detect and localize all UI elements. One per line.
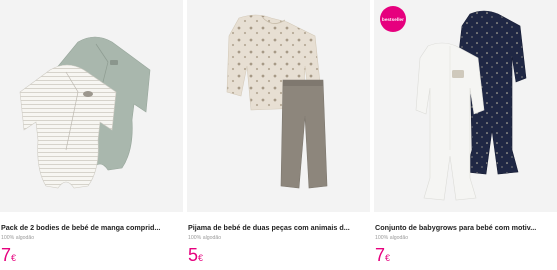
product-price: 7€: [375, 245, 390, 268]
bestseller-badge: bestseller: [380, 6, 406, 32]
product-material: 100% algodão: [188, 235, 222, 241]
babygrows-illustration: [415, 10, 527, 201]
product-price: 7€: [1, 245, 16, 268]
product-title[interactable]: Pack de 2 bodies de bebé de manga compri…: [1, 223, 181, 232]
bodysuits-illustration: [19, 36, 151, 189]
price-value: 7: [375, 245, 386, 265]
product-card[interactable]: Pack de 2 bodies de bebé de manga compri…: [0, 0, 183, 270]
product-card[interactable]: bestseller Conjunto de babygrows para be…: [374, 0, 557, 270]
product-grid: Pack de 2 bodies de bebé de manga compri…: [0, 0, 557, 270]
price-value: 5: [188, 245, 199, 265]
price-value: 7: [1, 245, 12, 265]
pajama-illustration: [226, 14, 328, 189]
price-currency: €: [385, 253, 391, 263]
product-material: 100% algodão: [1, 235, 35, 241]
product-card[interactable]: Pijama de bebé de duas peças com animais…: [187, 0, 370, 270]
product-title[interactable]: Pijama de bebé de duas peças com animais…: [188, 223, 368, 232]
product-price: 5€: [188, 245, 203, 268]
price-currency: €: [11, 253, 17, 263]
product-title[interactable]: Conjunto de babygrows para bebé com moti…: [375, 223, 555, 232]
price-currency: €: [198, 253, 204, 263]
product-image[interactable]: [187, 0, 370, 212]
product-material: 100% algodão: [375, 235, 409, 241]
product-image[interactable]: [0, 0, 183, 212]
product-image[interactable]: bestseller: [374, 0, 557, 212]
